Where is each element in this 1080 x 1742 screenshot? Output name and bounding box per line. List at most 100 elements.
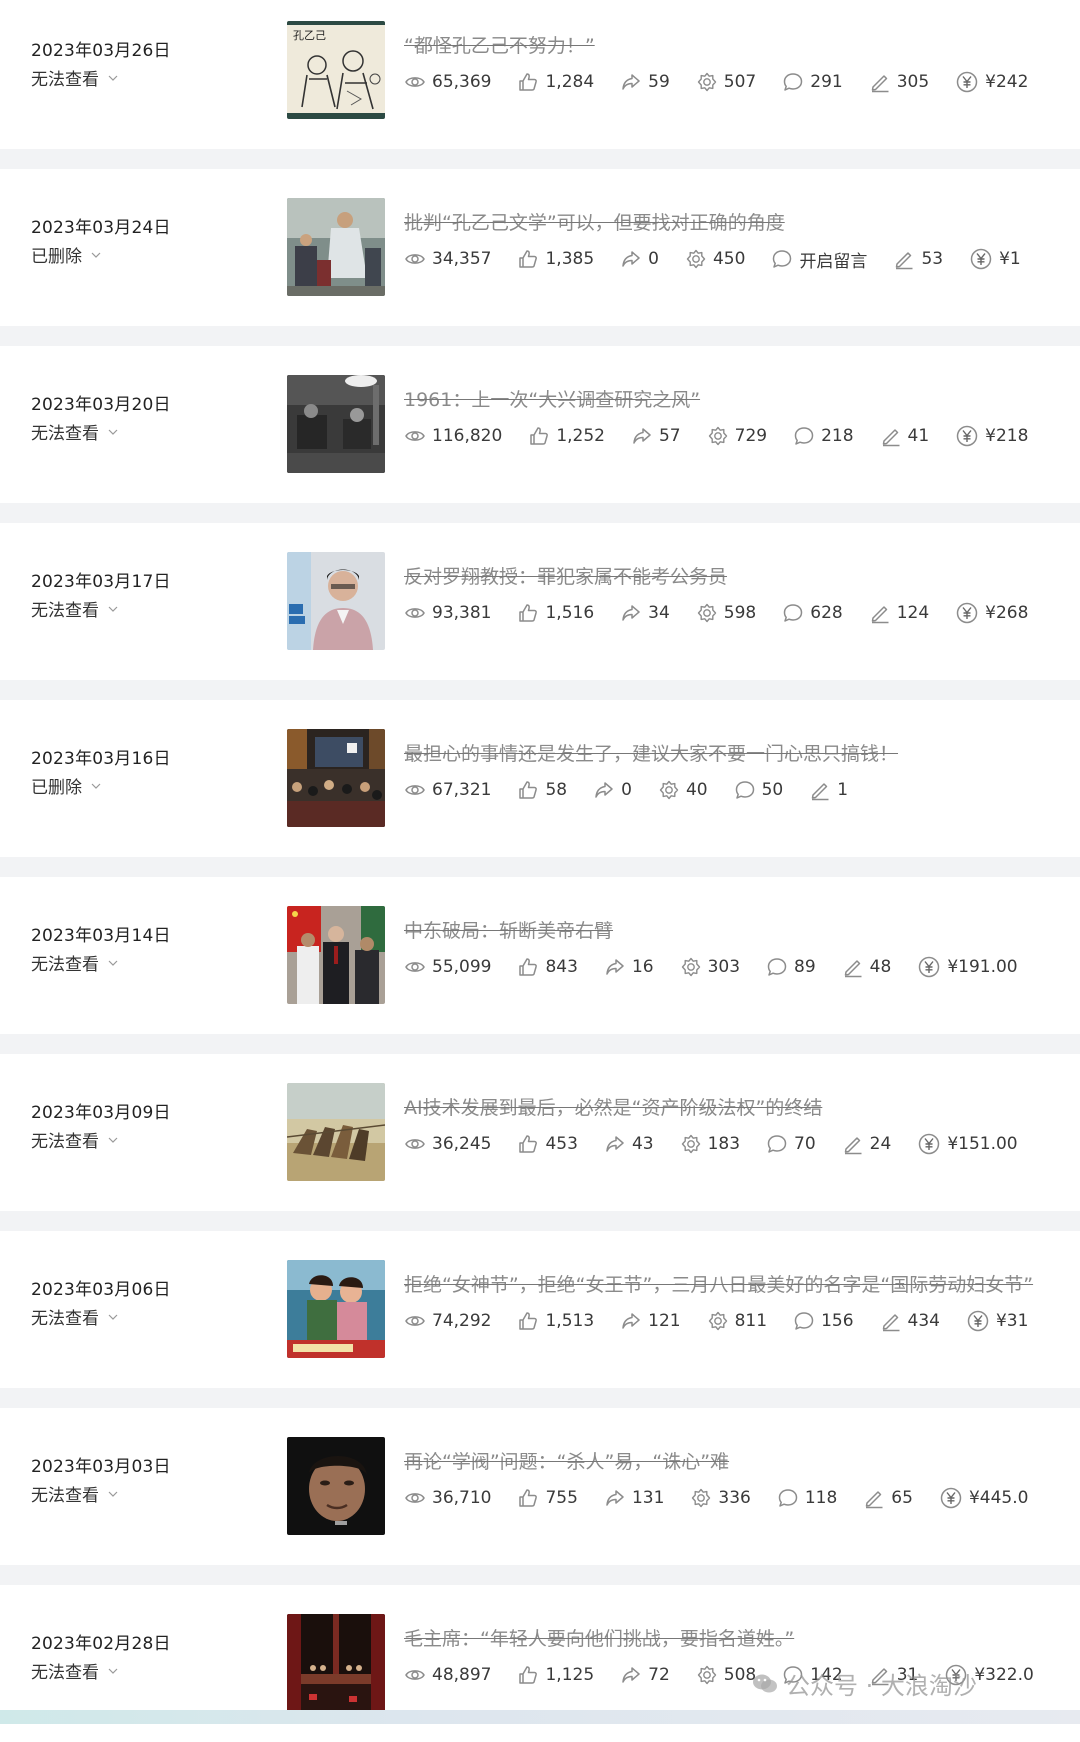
- article-title-link[interactable]: 最担心的事情还是发生了，建议大家不要一门心思只搞钱！: [404, 739, 898, 766]
- stat-comments[interactable]: 开启留言: [771, 247, 867, 272]
- chevron-down-icon[interactable]: [108, 958, 118, 968]
- stat-likes-value: 1,252: [556, 426, 605, 446]
- article-row[interactable]: 2023年03月09日 无法查看 AI技术发展到最后，必然是“资产阶级法权”的终结 3…: [0, 1054, 1080, 1211]
- stat-comments[interactable]: 89: [766, 956, 816, 978]
- article-thumbnail[interactable]: [287, 729, 385, 827]
- stat-shares: 0: [620, 248, 659, 270]
- article-row[interactable]: 2023年03月26日 无法查看 孔乙己 “都怪孔乙己不努力！” 65,369 1,284…: [0, 0, 1080, 149]
- like-icon: [519, 1489, 538, 1507]
- status-label: 无法查看: [31, 1309, 99, 1329]
- chevron-down-icon[interactable]: [108, 1666, 118, 1676]
- chevron-down-icon[interactable]: [108, 73, 118, 83]
- chevron-down-icon[interactable]: [91, 250, 101, 260]
- views-icon: [405, 431, 425, 441]
- comment-icon: [767, 958, 787, 976]
- chevron-down-icon[interactable]: [108, 427, 118, 437]
- status-dropdown[interactable]: 无法查看: [31, 65, 118, 90]
- stat-comments[interactable]: 156: [793, 1310, 854, 1332]
- stat-shares: 16: [604, 956, 654, 978]
- stat-reward[interactable]: ¥218: [955, 424, 1028, 448]
- article-thumbnail[interactable]: 孔乙己: [287, 21, 385, 119]
- article-thumbnail[interactable]: [287, 375, 385, 473]
- stat-likes-value: 755: [545, 1488, 578, 1508]
- stat-wows-value: 729: [734, 426, 768, 446]
- stat-reward[interactable]: ¥31: [966, 1309, 1028, 1333]
- edit-icon: [844, 960, 862, 978]
- article-thumbnail[interactable]: [287, 1614, 385, 1712]
- edit-icon: [811, 783, 829, 801]
- stat-likes: 1,516: [517, 602, 594, 624]
- article-row[interactable]: 2023年03月17日 无法查看 反对罗翔教授：罪犯家属不能考公务员 93,381 1,…: [0, 523, 1080, 680]
- chevron-down-icon[interactable]: [108, 1312, 118, 1322]
- chevron-down-icon[interactable]: [108, 1489, 118, 1499]
- article-row[interactable]: 2023年03月06日 无法查看 拒绝“女神节”，拒绝“女王节”，三月八日最美好的名…: [0, 1231, 1080, 1388]
- stat-views-value: 116,820: [432, 426, 503, 446]
- stat-notes-value: 305: [896, 72, 930, 92]
- status-label: 已删除: [31, 247, 82, 267]
- article-row[interactable]: 2023年03月03日 无法查看 再论“学阀”问题：“杀人”易，“诛心”难 36,71…: [0, 1408, 1080, 1565]
- like-icon: [519, 604, 538, 622]
- wow-icon: [692, 1488, 711, 1508]
- chevron-down-icon[interactable]: [91, 781, 101, 791]
- article-row[interactable]: 2023年03月20日 无法查看 1961：上一次“大兴调查研究之风” 116,820…: [0, 346, 1080, 503]
- views-icon: [405, 962, 425, 972]
- stat-comments[interactable]: 70: [766, 1133, 816, 1155]
- article-title-link[interactable]: 中东破局：斩断美帝右臂: [404, 916, 613, 943]
- article-title-link[interactable]: AI技术发展到最后，必然是“资产阶级法权”的终结: [404, 1093, 822, 1120]
- stat-shares-value: 59: [648, 72, 670, 92]
- stat-comments[interactable]: 118: [777, 1487, 837, 1509]
- views-icon: [405, 608, 425, 618]
- article-row[interactable]: 2023年03月24日 已删除 批判“孔乙己文学”可以，但要找对正确的角度 34,35…: [0, 169, 1080, 326]
- article-thumbnail[interactable]: [287, 1260, 385, 1358]
- stat-reward[interactable]: ¥268: [955, 601, 1028, 625]
- article-title-link[interactable]: 毛主席：“年轻人要向他们挑战，要指名道姓。”: [404, 1624, 794, 1651]
- status-dropdown[interactable]: 无法查看: [31, 1127, 118, 1152]
- thumbnail-image: [287, 552, 385, 650]
- status-dropdown[interactable]: 无法查看: [31, 1658, 118, 1683]
- article-thumbnail[interactable]: [287, 1437, 385, 1535]
- stat-likes: 453: [517, 1133, 578, 1155]
- article-thumbnail[interactable]: [287, 906, 385, 1004]
- article-thumbnail[interactable]: [287, 552, 385, 650]
- thumbnail-image: 孔乙己: [287, 21, 385, 119]
- stat-comments[interactable]: 218: [793, 425, 854, 447]
- article-title-link[interactable]: 再论“学阀”问题：“杀人”易，“诛心”难: [404, 1447, 729, 1474]
- thumbnail-image: [287, 906, 385, 1004]
- article-title-link[interactable]: 反对罗翔教授：罪犯家属不能考公务员: [404, 562, 727, 589]
- article-row[interactable]: 2023年03月16日 已删除 最担心的事情还是发生了，建议大家不要一门心思只搞钱！…: [0, 700, 1080, 857]
- status-dropdown[interactable]: 无法查看: [31, 596, 118, 621]
- chevron-down-icon[interactable]: [108, 1135, 118, 1145]
- article-thumbnail[interactable]: [287, 1083, 385, 1181]
- status-dropdown[interactable]: 无法查看: [31, 950, 118, 975]
- status-dropdown[interactable]: 无法查看: [31, 1304, 118, 1329]
- status-dropdown[interactable]: 无法查看: [31, 1481, 118, 1506]
- stat-reward[interactable]: ¥191.00: [917, 955, 1018, 979]
- status-label: 无法查看: [31, 1132, 99, 1152]
- article-title-link[interactable]: 1961：上一次“大兴调查研究之风”: [404, 385, 700, 412]
- article-title-link[interactable]: 批判“孔乙己文学”可以，但要找对正确的角度: [404, 208, 785, 235]
- stat-reward[interactable]: ¥1: [969, 247, 1021, 271]
- stat-wows-value: 303: [707, 957, 741, 977]
- status-dropdown[interactable]: 已删除: [31, 773, 101, 798]
- article-thumbnail[interactable]: [287, 198, 385, 296]
- stat-reward[interactable]: ¥445.0: [939, 1486, 1028, 1510]
- article-title-link[interactable]: 拒绝“女神节”，拒绝“女王节”，三月八日最美好的名字是“国际劳动妇女节”: [404, 1270, 1033, 1297]
- comment-icon: [767, 1135, 787, 1153]
- status-label: 已删除: [31, 778, 82, 798]
- stat-reward[interactable]: ¥151.00: [917, 1132, 1018, 1156]
- chevron-down-icon[interactable]: [108, 604, 118, 614]
- stat-likes-value: 843: [545, 957, 578, 977]
- wow-icon: [708, 426, 727, 446]
- stat-comments[interactable]: 50: [734, 779, 783, 801]
- stat-comments[interactable]: 291: [782, 71, 843, 93]
- stat-wows-value: 183: [707, 1134, 741, 1154]
- stat-comments[interactable]: 628: [782, 602, 843, 624]
- stat-reward[interactable]: ¥242: [955, 70, 1028, 94]
- article-row[interactable]: 2023年03月14日 无法查看 中东破局：斩断美帝右臂 55,099 843 16 303…: [0, 877, 1080, 1034]
- edit-icon: [882, 1314, 900, 1332]
- stat-views: 36,245: [404, 1133, 491, 1155]
- stat-shares: 131: [604, 1487, 664, 1509]
- status-dropdown[interactable]: 已删除: [31, 242, 101, 267]
- status-dropdown[interactable]: 无法查看: [31, 419, 118, 444]
- article-title-link[interactable]: “都怪孔乙己不努力！”: [404, 31, 595, 58]
